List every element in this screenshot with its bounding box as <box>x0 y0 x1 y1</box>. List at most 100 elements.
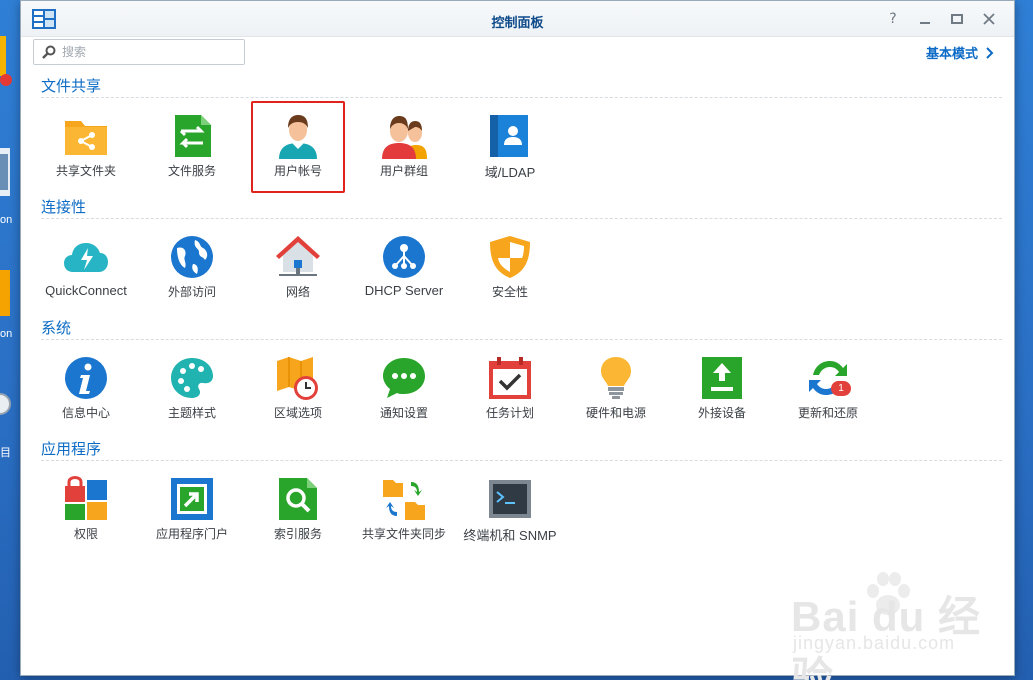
privileges-icon <box>65 476 107 520</box>
item-terminal-snmp[interactable]: 终端机和 SNMP <box>457 464 563 554</box>
control-panel-window: 控制面板 ? 基本模式 文件共享 <box>20 0 1015 680</box>
item-hardware-power[interactable]: 硬件和电源 <box>563 343 669 433</box>
section-title-applications: 应用程序 <box>41 440 102 458</box>
update-badge-count: 1 <box>838 383 844 394</box>
watermark-brand: Bai du 经验 <box>791 593 982 680</box>
desktop-icon-label: 目 <box>0 447 11 459</box>
item-label: 域/LDAP <box>484 165 536 180</box>
chevron-right-icon <box>986 46 994 59</box>
item-label: 信息中心 <box>61 406 110 420</box>
item-label: 权限 <box>73 527 98 541</box>
desktop-icon-fragment[interactable] <box>0 268 18 318</box>
item-label: 安全性 <box>491 285 528 299</box>
close-button[interactable] <box>980 10 998 28</box>
search-input[interactable] <box>62 43 238 61</box>
item-label: 索引服务 <box>273 527 322 541</box>
item-label: 外接设备 <box>697 406 746 420</box>
minimize-icon <box>920 22 930 24</box>
item-regional-options[interactable]: 区域选项 <box>245 343 351 433</box>
item-label: 共享文件夹 <box>55 164 116 178</box>
notification-icon <box>383 358 425 398</box>
section-title-connectivity: 连接性 <box>41 198 87 216</box>
item-label: 网络 <box>285 285 310 299</box>
item-shared-folder[interactable]: 共享文件夹 <box>33 101 139 191</box>
item-label: 硬件和电源 <box>585 406 646 420</box>
help-icon: ? <box>889 11 897 27</box>
item-label: 更新和还原 <box>797 406 858 420</box>
shared-folder-icon <box>65 121 107 155</box>
item-external-access[interactable]: 外部访问 <box>139 222 245 312</box>
item-label: QuickConnect <box>45 283 127 298</box>
regional-options-icon <box>277 357 318 400</box>
basic-mode-link[interactable]: 基本模式 <box>926 43 994 62</box>
item-theme[interactable]: 主题样式 <box>139 343 245 433</box>
item-shared-folder-sync[interactable]: 共享文件夹同步 <box>351 464 457 554</box>
item-application-portal[interactable]: 应用程序门户 <box>139 464 245 554</box>
shared-folder-sync-icon <box>383 480 425 520</box>
desktop-icon-label: on <box>0 328 13 340</box>
item-label: 外部访问 <box>167 285 216 299</box>
item-label: 文件服务 <box>167 164 216 178</box>
item-dhcp-server[interactable]: DHCP Server <box>351 222 457 312</box>
maximize-icon <box>951 14 963 24</box>
application-portal-icon <box>171 478 213 520</box>
selection-highlight <box>251 101 345 193</box>
item-network[interactable]: 网络 <box>245 222 351 312</box>
dhcp-server-icon <box>383 236 425 278</box>
domain-ldap-icon <box>490 115 528 157</box>
user-group-icon <box>382 116 427 159</box>
section-divider <box>41 339 1002 340</box>
theme-icon <box>171 358 213 398</box>
item-file-services[interactable]: 文件服务 <box>139 101 245 191</box>
desktop-icon-label: on <box>0 214 13 226</box>
item-notification[interactable]: 通知设置 <box>351 343 457 433</box>
item-domain-ldap[interactable]: 域/LDAP <box>457 101 563 191</box>
item-user-group[interactable]: 用户群组 <box>351 101 457 191</box>
search-icon <box>42 45 56 59</box>
security-icon <box>490 236 530 278</box>
item-quickconnect[interactable]: QuickConnect <box>33 222 139 312</box>
item-label: 区域选项 <box>273 406 322 420</box>
hardware-power-icon <box>601 357 631 399</box>
item-label: 应用程序门户 <box>155 527 228 541</box>
item-task-scheduler[interactable]: 任务计划 <box>457 343 563 433</box>
watermark-url: jingyan.baidu.com <box>793 633 956 653</box>
info-center-icon <box>65 357 107 399</box>
window-title: 控制面板 <box>491 16 544 31</box>
item-indexing-service[interactable]: 索引服务 <box>245 464 351 554</box>
section-divider <box>41 97 1002 98</box>
item-label: 主题样式 <box>167 406 216 420</box>
basic-mode-label: 基本模式 <box>925 47 978 62</box>
item-security[interactable]: 安全性 <box>457 222 563 312</box>
task-scheduler-icon <box>489 357 531 399</box>
desktop-icon-fragment[interactable] <box>0 380 18 430</box>
quickconnect-icon <box>64 243 108 272</box>
search-box[interactable] <box>33 39 245 65</box>
item-label: 共享文件夹同步 <box>361 527 446 541</box>
file-services-icon <box>175 115 211 157</box>
item-privileges[interactable]: 权限 <box>33 464 139 554</box>
item-external-devices[interactable]: 外接设备 <box>669 343 775 433</box>
item-update-restore[interactable]: 1 更新和还原 <box>775 343 881 433</box>
item-label: 用户群组 <box>379 164 428 178</box>
close-icon <box>983 13 995 25</box>
section-title-system: 系统 <box>41 319 72 337</box>
item-label: 任务计划 <box>485 406 534 420</box>
item-label: 通知设置 <box>379 406 428 420</box>
external-access-icon <box>171 236 213 278</box>
update-badge: 1 <box>831 381 851 396</box>
terminal-snmp-icon <box>489 480 531 518</box>
title-bar[interactable]: 控制面板 ? <box>21 1 1014 37</box>
maximize-button[interactable] <box>948 10 966 28</box>
minimize-button[interactable] <box>916 10 934 28</box>
help-button[interactable]: ? <box>884 10 902 28</box>
desktop-icon-fragment[interactable] <box>0 36 18 86</box>
item-label: 终端机和 SNMP <box>463 528 557 543</box>
item-info-center[interactable]: 信息中心 <box>33 343 139 433</box>
network-icon <box>276 236 320 276</box>
section-divider <box>41 460 1002 461</box>
item-label: DHCP Server <box>364 283 444 298</box>
section-title-file-sharing: 文件共享 <box>41 77 102 95</box>
external-devices-icon <box>702 357 742 399</box>
desktop-icon-fragment[interactable] <box>0 148 18 198</box>
